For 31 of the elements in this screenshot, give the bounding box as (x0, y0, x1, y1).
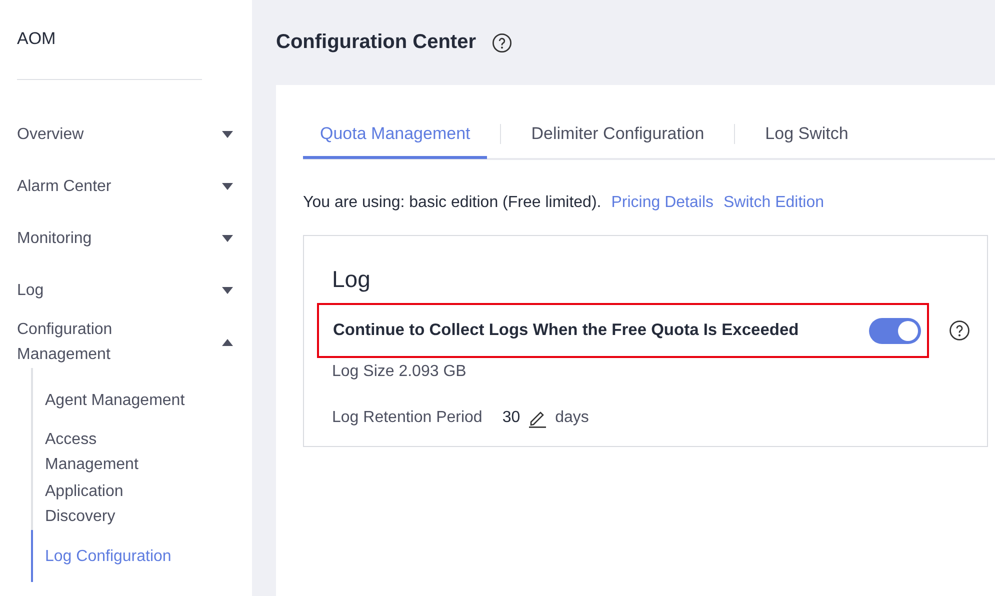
caret-icon (222, 130, 233, 138)
nav-item[interactable]: Alarm Center (17, 160, 233, 212)
edition-text: You are using: basic edition (Free limited). (303, 194, 602, 212)
nav-subitem[interactable]: Log Configuration (31, 530, 194, 582)
caret-icon (222, 234, 233, 242)
link[interactable]: Switch Edition (724, 194, 824, 212)
nav-subitem[interactable]: Application Discovery (31, 478, 194, 530)
setting-label: Continue to Collect Logs When the Free Quota Is Exceeded (333, 321, 799, 340)
retention-label: Log Retention Period (332, 409, 482, 427)
nav-subitem[interactable]: Agent Management (31, 374, 194, 426)
caret-icon (222, 182, 233, 190)
link[interactable]: Pricing Details (611, 194, 714, 212)
app-title: AOM (17, 29, 57, 50)
retention-unit: days (555, 409, 589, 427)
page-title: Configuration Center (276, 31, 476, 54)
help-icon[interactable] (949, 320, 970, 341)
retention-value: 30 (502, 409, 520, 427)
nav-item[interactable]: Log (17, 264, 233, 316)
nav-subitem[interactable]: Access Management (31, 426, 194, 478)
help-icon[interactable] (492, 32, 512, 52)
nav-item[interactable]: Configuration Management (17, 316, 233, 368)
toggle-switch[interactable] (869, 318, 921, 344)
log-size-text: Log Size 2.093 GB (332, 363, 468, 381)
caret-icon (222, 338, 233, 346)
tab[interactable]: Quota Management (303, 111, 488, 159)
nav-item[interactable]: Overview (17, 108, 233, 160)
caret-icon (222, 286, 233, 294)
nav-item[interactable]: Monitoring (17, 212, 233, 264)
tab[interactable]: Log Switch (748, 111, 866, 159)
tab[interactable]: Delimiter Configuration (514, 111, 722, 159)
section-title: Log (332, 266, 372, 293)
